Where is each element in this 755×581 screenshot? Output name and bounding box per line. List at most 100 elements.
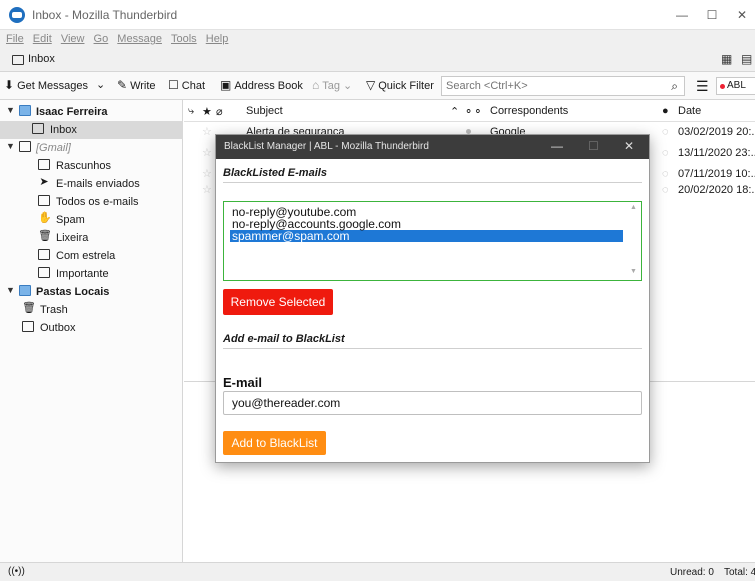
dialog-maximize-button[interactable]: ☐ xyxy=(588,139,599,153)
get-messages-dropdown[interactable]: ⌄ xyxy=(96,78,105,91)
address-book-button[interactable]: ▣ Address Book xyxy=(220,78,303,92)
folder-outbox[interactable]: Outbox xyxy=(0,319,183,337)
star-icon[interactable]: ☆ xyxy=(202,146,212,159)
junk-status-icon[interactable]: ◌ xyxy=(662,184,669,196)
write-button[interactable]: ✎ Write xyxy=(117,78,156,92)
menu-file[interactable]: File xyxy=(6,33,24,45)
local-folders-icon xyxy=(19,285,31,296)
email-input[interactable] xyxy=(224,392,624,414)
menu-help[interactable]: Help xyxy=(206,33,229,45)
search-input[interactable] xyxy=(442,77,642,95)
folder-local[interactable]: ▼ Pastas Locais xyxy=(0,283,183,301)
blacklisted-header: BlackListed E-mails xyxy=(223,167,327,179)
folder-account-isaac[interactable]: ▼ Isaac Ferreira xyxy=(0,103,183,121)
folder-starred[interactable]: Com estrela xyxy=(0,247,183,265)
junk-column-icon[interactable]: ● xyxy=(662,105,669,117)
column-correspondents[interactable]: Correspondents xyxy=(490,105,568,117)
menu-message[interactable]: Message xyxy=(117,33,162,45)
dialog-title: BlackList Manager | ABL - Mozilla Thunde… xyxy=(224,141,429,152)
chevron-down-icon: ▼ xyxy=(6,105,15,115)
add-header: Add e-mail to BlackList xyxy=(223,333,345,345)
column-subject[interactable]: Subject xyxy=(246,105,283,117)
scroll-up-icon[interactable]: ▲ xyxy=(630,204,637,211)
app-menu-icon[interactable]: ☰ xyxy=(696,78,709,95)
calendar-icon[interactable]: ▦ xyxy=(721,52,735,66)
get-messages-button[interactable]: ⬇ Get Messages xyxy=(4,78,88,92)
download-icon: ⬇ xyxy=(4,78,15,92)
chat-button[interactable]: ☐ Chat xyxy=(168,78,205,92)
tag-icon: ⌂ xyxy=(312,78,320,92)
archive-icon xyxy=(38,195,50,206)
thunderbird-icon xyxy=(9,7,25,23)
folder-gmail[interactable]: ▼ [Gmail] xyxy=(0,139,183,157)
folder-sent[interactable]: ➤ E-mails enviados xyxy=(0,175,183,193)
tab-strip: Inbox ▦ ▤ xyxy=(0,48,755,72)
remove-selected-button[interactable]: Remove Selected xyxy=(223,289,333,315)
quick-filter-button[interactable]: ▽ Quick Filter xyxy=(366,78,434,92)
folder-pane: ▼ Isaac Ferreira Inbox ▼ [Gmail] Rascunh… xyxy=(0,100,183,562)
star-icon[interactable]: ☆ xyxy=(202,125,212,138)
read-column-icon[interactable]: ⚬⚬ xyxy=(464,105,482,118)
search-icon: ⌕ xyxy=(671,79,678,93)
folder-all-mail[interactable]: Todos os e-mails xyxy=(0,193,183,211)
minimize-button[interactable]: — xyxy=(667,4,697,26)
listbox-scrollbar[interactable]: ▲ ▼ xyxy=(629,204,639,278)
star-icon[interactable]: ☆ xyxy=(202,183,212,196)
total-count: Total: 4 xyxy=(724,567,755,578)
inbox-icon xyxy=(32,123,44,134)
abl-button[interactable]: ABL xyxy=(716,77,755,95)
unread-count: Unread: 0 xyxy=(670,567,714,578)
window-titlebar: Inbox - Mozilla Thunderbird — ☐ ✕ xyxy=(0,0,755,30)
search-box[interactable]: ⌕ xyxy=(441,76,685,96)
tab-inbox[interactable]: Inbox xyxy=(6,51,61,71)
chat-icon: ☐ xyxy=(168,78,179,92)
folder-important[interactable]: Importante xyxy=(0,265,183,283)
maximize-button[interactable]: ☐ xyxy=(697,4,727,26)
chevron-down-icon: ▼ xyxy=(6,285,15,295)
junk-status-icon[interactable]: ◌ xyxy=(662,168,669,180)
menu-tools[interactable]: Tools xyxy=(171,33,197,45)
menu-edit[interactable]: Edit xyxy=(33,33,52,45)
chevron-down-icon: ⌄ xyxy=(96,79,106,91)
menu-view[interactable]: View xyxy=(61,33,85,45)
online-status-icon[interactable]: ((•)) xyxy=(8,566,25,577)
outbox-icon xyxy=(22,321,34,332)
trash-icon: 🗑 xyxy=(38,230,52,242)
inbox-icon xyxy=(12,55,24,65)
add-to-blacklist-button[interactable]: Add to BlackList xyxy=(223,431,326,455)
folder-drafts[interactable]: Rascunhos xyxy=(0,157,183,175)
email-label: E-mail xyxy=(223,375,263,390)
column-date[interactable]: Date xyxy=(678,105,701,117)
pencil-icon: ✎ xyxy=(117,78,128,92)
folder-inbox[interactable]: Inbox xyxy=(0,121,183,139)
dialog-minimize-button[interactable]: — xyxy=(551,139,563,153)
blacklist-item-selected[interactable]: spammer@spam.com xyxy=(230,230,623,242)
thread-column-icon[interactable]: ⤷ xyxy=(188,105,194,118)
scroll-down-icon[interactable]: ▼ xyxy=(630,268,637,275)
trash-icon: 🗑 xyxy=(22,302,36,314)
close-window-button[interactable]: ✕ xyxy=(727,4,755,26)
send-icon: ➤ xyxy=(39,176,49,188)
star-column-icon[interactable]: ★ xyxy=(202,105,212,118)
attachment-column-icon[interactable]: ⌀ xyxy=(216,105,223,118)
window-title: Inbox - Mozilla Thunderbird xyxy=(32,8,178,22)
tasks-icon[interactable]: ▤ xyxy=(741,52,755,66)
filter-icon: ▽ xyxy=(366,78,376,92)
junk-status-icon[interactable]: ◌ xyxy=(662,126,669,138)
folder-lixeira[interactable]: 🗑 Lixeira xyxy=(0,229,183,247)
account-icon xyxy=(19,105,31,116)
junk-status-icon[interactable]: ◌ xyxy=(662,147,669,159)
star-icon[interactable]: ☆ xyxy=(202,167,212,180)
dialog-close-button[interactable]: ✕ xyxy=(624,139,634,153)
blacklist-dialog: BlackList Manager | ABL - Mozilla Thunde… xyxy=(215,134,650,463)
menu-go[interactable]: Go xyxy=(94,33,109,45)
folder-icon xyxy=(19,141,31,152)
email-field[interactable] xyxy=(223,391,642,415)
folder-trash[interactable]: 🗑 Trash xyxy=(0,301,183,319)
folder-spam[interactable]: ✋ Spam xyxy=(0,211,183,229)
tag-button[interactable]: ⌂ Tag ⌄ xyxy=(312,78,352,92)
blacklist-listbox[interactable]: no-reply@youtube.com no-reply@accounts.g… xyxy=(223,201,642,281)
chevron-down-icon: ▼ xyxy=(6,141,15,151)
spam-icon: ✋ xyxy=(38,212,52,224)
folder-icon xyxy=(38,249,50,260)
